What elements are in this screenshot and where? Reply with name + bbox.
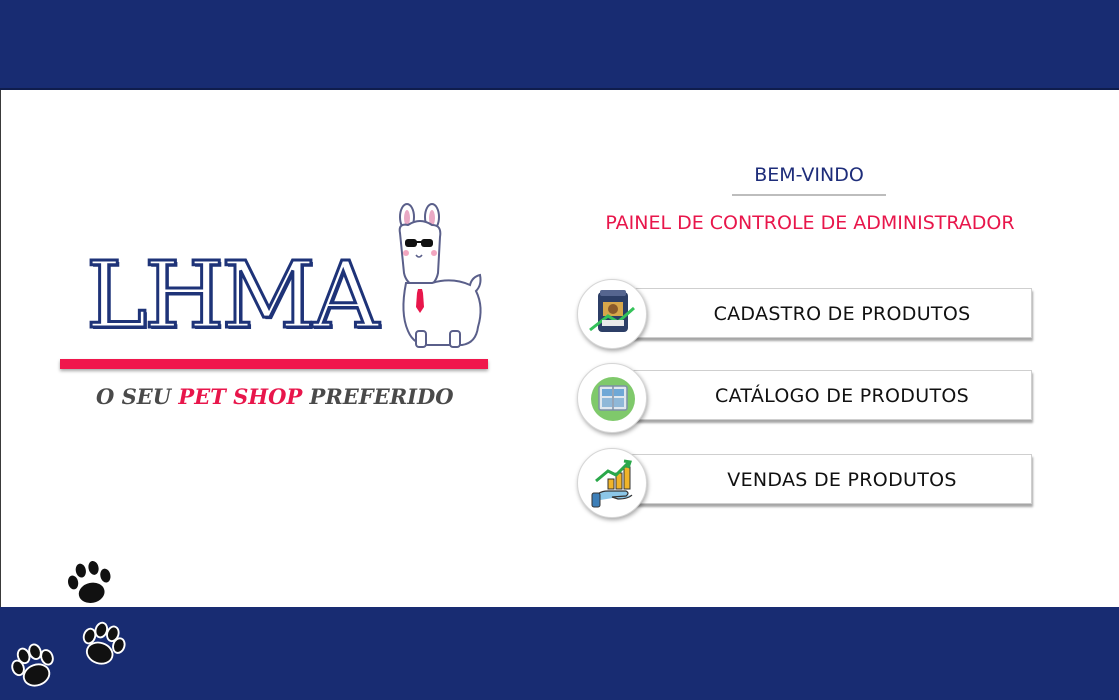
tagline-suffix: PREFERIDO: [302, 384, 454, 409]
product-registration-label: CADASTRO DE PRODUTOS: [713, 303, 971, 325]
sales-growth-icon[interactable]: [577, 448, 647, 518]
catalog-icon[interactable]: [577, 363, 647, 433]
product-sales-label: VENDAS DE PRODUTOS: [727, 469, 957, 491]
paw-print-icon: [82, 621, 126, 665]
llama-mascot-icon: [398, 203, 482, 348]
tagline-prefix: O SEU: [96, 384, 179, 409]
app-frame: [0, 0, 1119, 700]
bottom-banner: [0, 607, 1119, 700]
product-catalog-label: CATÁLOGO DE PRODUTOS: [715, 385, 969, 407]
product-catalog-button[interactable]: CATÁLOGO DE PRODUTOS: [612, 370, 1032, 420]
top-banner: [0, 0, 1119, 90]
paw-print-icon: [66, 558, 113, 605]
logo-underline: [60, 359, 488, 369]
product-registration-button[interactable]: CADASTRO DE PRODUTOS: [612, 288, 1032, 338]
tagline-accent: PET SHOP: [178, 384, 303, 409]
brand-logo-text: LHMA: [85, 242, 381, 349]
paw-print-icon: [11, 643, 54, 687]
brand-tagline: O SEU PET SHOP PREFERIDO: [96, 384, 496, 409]
welcome-heading: BEM-VINDO: [732, 164, 886, 196]
panel-title: PAINEL DE CONTROLE DE ADMINISTRADOR: [605, 212, 1015, 234]
product-sales-button[interactable]: VENDAS DE PRODUTOS: [612, 454, 1032, 504]
product-bag-icon[interactable]: [577, 279, 647, 349]
